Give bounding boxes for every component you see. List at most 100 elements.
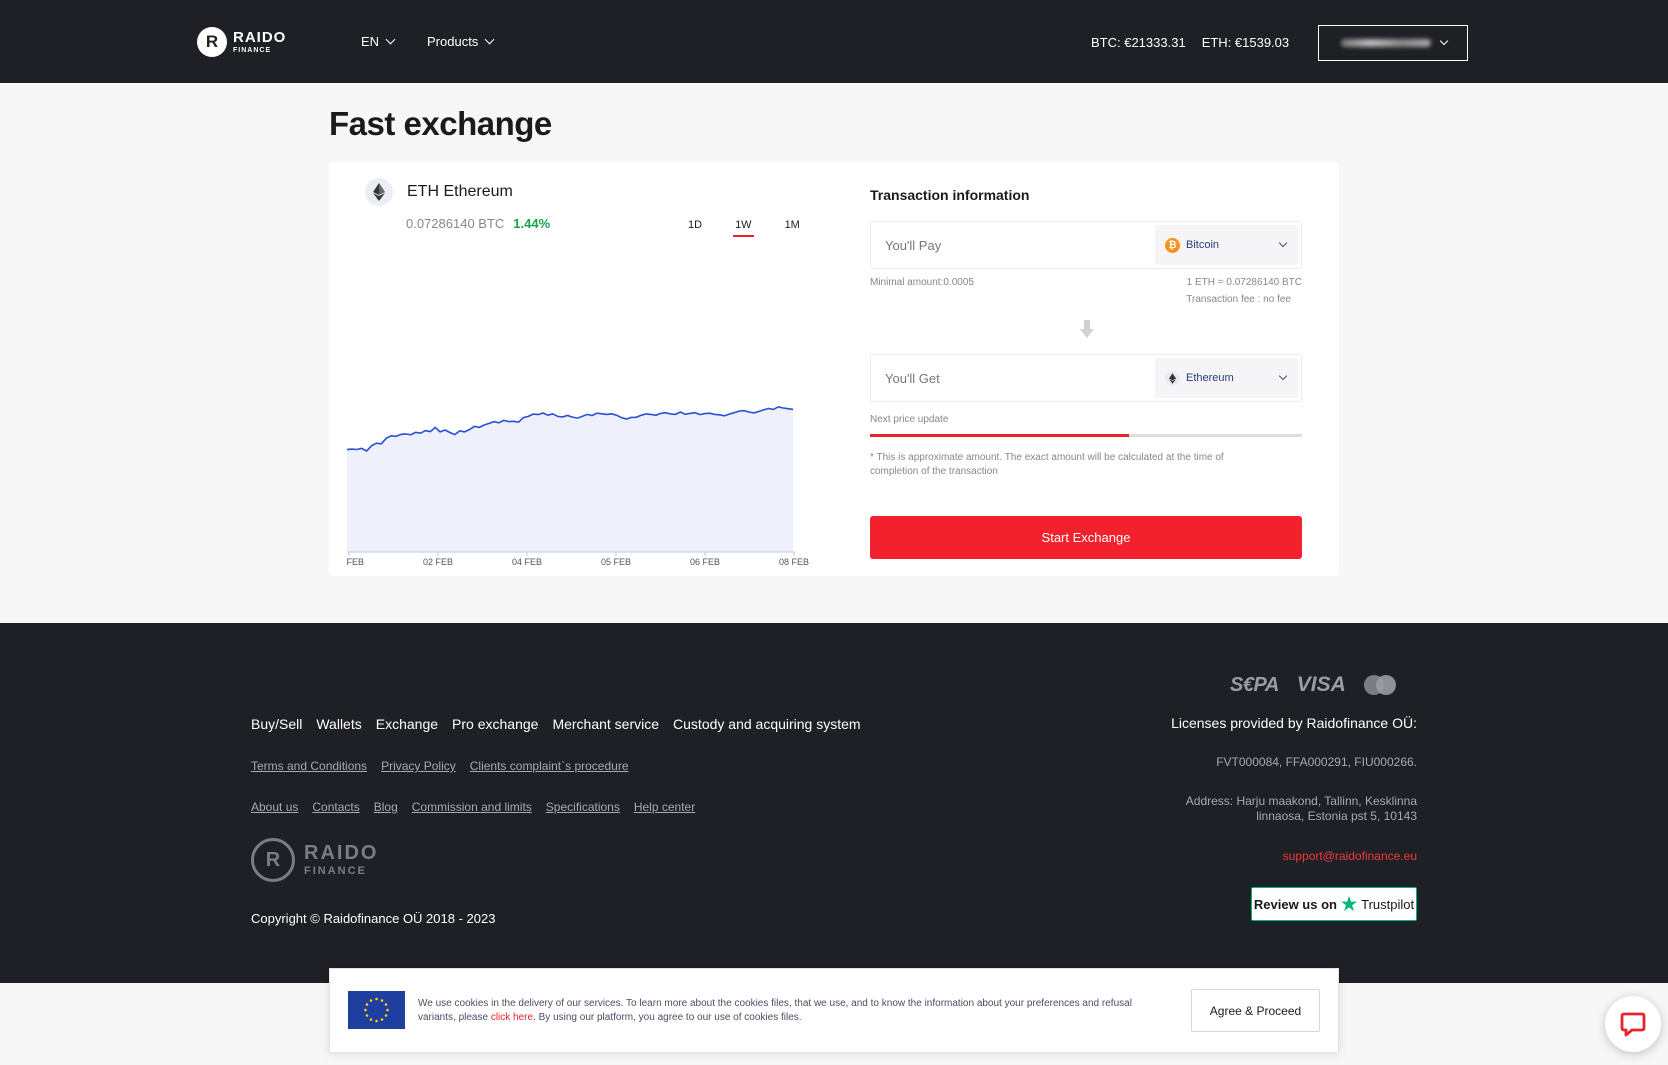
chevron-down-icon — [1439, 36, 1449, 46]
pay-field[interactable]: You'll Pay ₿ Bitcoin — [870, 221, 1302, 269]
btc-rate: BTC: €21333.31 — [1091, 35, 1186, 50]
cookie-banner: We use cookies in the delivery of our se… — [329, 968, 1339, 1053]
trustpilot-name: Trustpilot — [1361, 896, 1415, 912]
footer-link-terms[interactable]: Terms and Conditions — [251, 759, 367, 773]
eth-rate: ETH: €1539.03 — [1201, 35, 1290, 50]
get-currency-select[interactable]: Ethereum — [1155, 358, 1298, 398]
eu-star — [365, 1003, 369, 1006]
arrow-down-icon — [1080, 320, 1094, 343]
sepa-logo: S€PA — [1230, 673, 1279, 696]
footer-link-exchange[interactable]: Exchange — [376, 716, 438, 732]
logo-line2: FINANCE — [233, 47, 272, 54]
products-label: Products — [427, 34, 479, 49]
transaction-title: Transaction information — [870, 187, 1030, 203]
footer-link-about[interactable]: About us — [251, 800, 298, 814]
eu-flag-icon — [348, 991, 405, 1029]
copyright: Copyright © Raidofinance OÜ 2018 - 2023 — [251, 911, 496, 926]
footer-link-privacy[interactable]: Privacy Policy — [381, 759, 456, 773]
footer-info-links: About us Contacts Blog Commission and li… — [251, 800, 695, 814]
coin-price-row: 0.07286140 BTC 1.44% — [406, 216, 550, 231]
footer-logo-line2: FINANCE — [304, 865, 367, 877]
eu-star — [386, 1008, 389, 1012]
trustpilot-button[interactable]: Review us on ★ Trustpilot — [1251, 887, 1417, 921]
eu-star — [365, 1014, 369, 1017]
eu-star — [369, 1018, 373, 1021]
eu-star — [375, 997, 378, 1001]
chevron-down-icon — [1278, 238, 1288, 248]
tab-1d[interactable]: 1D — [686, 219, 704, 231]
top-navbar: R RAIDO FINANCE EN Products BTC: €21333.… — [0, 0, 1668, 83]
chevron-down-icon — [1278, 371, 1288, 381]
trustpilot-star-icon: ★ — [1340, 894, 1358, 914]
language-label: EN — [361, 34, 380, 49]
cookie-text-after: . By using our platform, you agree to ou… — [533, 1012, 802, 1023]
footer-link-contacts[interactable]: Contacts — [312, 800, 359, 814]
footer-link-custody[interactable]: Custody and acquiring system — [673, 716, 861, 732]
approximate-note: * This is approximate amount. The exact … — [870, 452, 1224, 477]
footer-link-help[interactable]: Help center — [634, 800, 695, 814]
products-menu[interactable]: Products — [427, 34, 495, 49]
raido-logo[interactable]: R RAIDO FINANCE — [197, 27, 286, 57]
x-tick-label: 05 FEB — [601, 557, 631, 567]
eu-star — [384, 1003, 388, 1006]
footer-link-wallets[interactable]: Wallets — [316, 716, 361, 732]
raido-logo-icon: R — [251, 838, 295, 882]
progress-fill — [870, 434, 1130, 437]
chevron-down-icon — [385, 34, 396, 45]
crypto-rates: BTC: €21333.31 ETH: €1539.03 — [1091, 35, 1289, 50]
x-tick-label: 01 FEB — [347, 557, 364, 567]
cookie-text: We use cookies in the delivery of our se… — [418, 997, 1148, 1025]
eu-star — [364, 1008, 367, 1012]
footer-link-merchant[interactable]: Merchant service — [552, 716, 659, 732]
tab-1m[interactable]: 1M — [783, 219, 802, 231]
get-currency: Ethereum — [1186, 372, 1234, 384]
bitcoin-icon: ₿ — [1165, 237, 1180, 253]
chat-icon[interactable] — [1605, 996, 1661, 1052]
language-selector[interactable]: EN — [361, 34, 396, 49]
pay-currency-select[interactable]: ₿ Bitcoin — [1155, 225, 1298, 265]
footer-link-pro-exchange[interactable]: Pro exchange — [452, 716, 538, 732]
agree-proceed-button[interactable]: Agree & Proceed — [1191, 989, 1320, 1032]
next-price-update-label: Next price update — [870, 414, 949, 425]
eu-star — [384, 1014, 388, 1017]
eu-star — [369, 999, 373, 1002]
support-email[interactable]: support@raidofinance.eu — [1283, 849, 1417, 863]
footer-link-blog[interactable]: Blog — [374, 800, 398, 814]
min-amount: Minimal amount:0.0005 — [870, 277, 974, 288]
exchange-card: ETH Ethereum 0.07286140 BTC 1.44% 1D 1W … — [329, 162, 1339, 576]
account-name-redacted — [1341, 39, 1431, 47]
pay-currency: Bitcoin — [1186, 239, 1220, 251]
eu-star — [375, 1019, 378, 1023]
x-tick-label: 04 FEB — [512, 557, 542, 567]
footer-link-commission[interactable]: Commission and limits — [412, 800, 532, 814]
logo-line1: RAIDO — [233, 29, 287, 46]
tab-1w[interactable]: 1W — [733, 219, 754, 237]
footer-link-complaints[interactable]: Clients complaint`s procedure — [470, 759, 629, 773]
start-exchange-button[interactable]: Start Exchange — [870, 516, 1302, 559]
visa-logo: VISA — [1296, 673, 1346, 696]
price-chart: 01 FEB 02 FEB 04 FEB 05 FEB 06 FEB 08 FEB — [347, 405, 809, 567]
coin-change: 1.44% — [513, 216, 551, 231]
license-codes: FVT000084, FFA000291, FIU000266. — [1216, 755, 1417, 769]
footer-legal-links: Terms and Conditions Privacy Policy Clie… — [251, 759, 629, 773]
coin-price: 0.07286140 BTC — [406, 216, 505, 231]
chevron-down-icon — [484, 34, 495, 45]
transaction-fee: Transaction fee : no fee — [1186, 294, 1291, 305]
mastercard-icon — [1363, 675, 1396, 695]
get-field[interactable]: You'll Get Ethereum — [870, 354, 1302, 402]
period-tabs: 1D 1W 1M — [686, 219, 802, 237]
cookie-link[interactable]: click here — [491, 1012, 533, 1023]
coin-header: ETH Ethereum — [365, 178, 513, 206]
page-title: Fast exchange — [329, 105, 552, 142]
x-tick-label: 02 FEB — [423, 557, 453, 567]
footer-logo: R RAIDO FINANCE — [251, 838, 378, 882]
licenses-title: Licenses provided by Raidofinance OÜ: — [1171, 715, 1417, 731]
footer-link-specifications[interactable]: Specifications — [546, 800, 620, 814]
account-menu[interactable] — [1318, 25, 1468, 61]
footer-link-buy-sell[interactable]: Buy/Sell — [251, 716, 302, 732]
x-tick-label: 06 FEB — [690, 557, 720, 567]
exchange-rate: 1 ETH = 0.07286140 BTC — [1186, 277, 1302, 288]
ethereum-icon — [365, 178, 393, 206]
get-label: You'll Get — [885, 371, 940, 386]
footer-nav: Buy/Sell Wallets Exchange Pro exchange M… — [251, 716, 861, 732]
